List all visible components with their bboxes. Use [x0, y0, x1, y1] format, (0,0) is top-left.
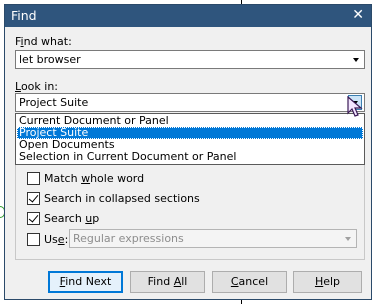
match-whole-word-checkbox[interactable] — [27, 172, 40, 185]
look-in-option[interactable]: Selection in Current Document or Panel — [17, 151, 363, 163]
find-what-input[interactable]: let browser — [19, 53, 81, 66]
look-in-dropdown-list: Current Document or Panel Project Suite … — [15, 113, 365, 165]
find-next-button[interactable]: Find Next — [48, 271, 123, 293]
find-what-combobox[interactable]: let browser — [15, 50, 365, 69]
search-collapsed-label[interactable]: Search in collapsed sections — [44, 192, 200, 205]
chevron-down-icon[interactable] — [353, 58, 359, 62]
find-all-button[interactable]: Find All — [130, 271, 205, 293]
mouse-cursor-icon — [347, 96, 363, 117]
chevron-down-icon — [345, 237, 351, 241]
look-in-value: Project Suite — [19, 96, 89, 109]
help-button[interactable]: Help — [293, 271, 362, 293]
search-up-label[interactable]: Search up — [44, 212, 99, 225]
title-bar[interactable]: Find ✕ — [5, 5, 371, 27]
find-what-label: Find what: — [15, 35, 72, 48]
close-icon[interactable]: ✕ — [352, 7, 364, 23]
cancel-button[interactable]: Cancel — [212, 271, 287, 293]
search-up-checkbox[interactable] — [27, 212, 40, 225]
match-whole-word-label[interactable]: Match whole word — [44, 172, 144, 185]
use-mode-combobox[interactable]: Regular expressions — [69, 229, 357, 248]
use-mode-value: Regular expressions — [73, 232, 184, 245]
look-in-label: Look in: — [15, 80, 58, 93]
search-collapsed-checkbox[interactable] — [27, 192, 40, 205]
dialog-title: Find — [11, 8, 37, 23]
use-label[interactable]: Use: — [44, 233, 68, 246]
look-in-combobox[interactable]: Project Suite — [15, 93, 365, 112]
use-checkbox[interactable] — [27, 233, 40, 246]
find-dialog: Find ✕ Find what: let browser Look in: P… — [4, 4, 372, 300]
